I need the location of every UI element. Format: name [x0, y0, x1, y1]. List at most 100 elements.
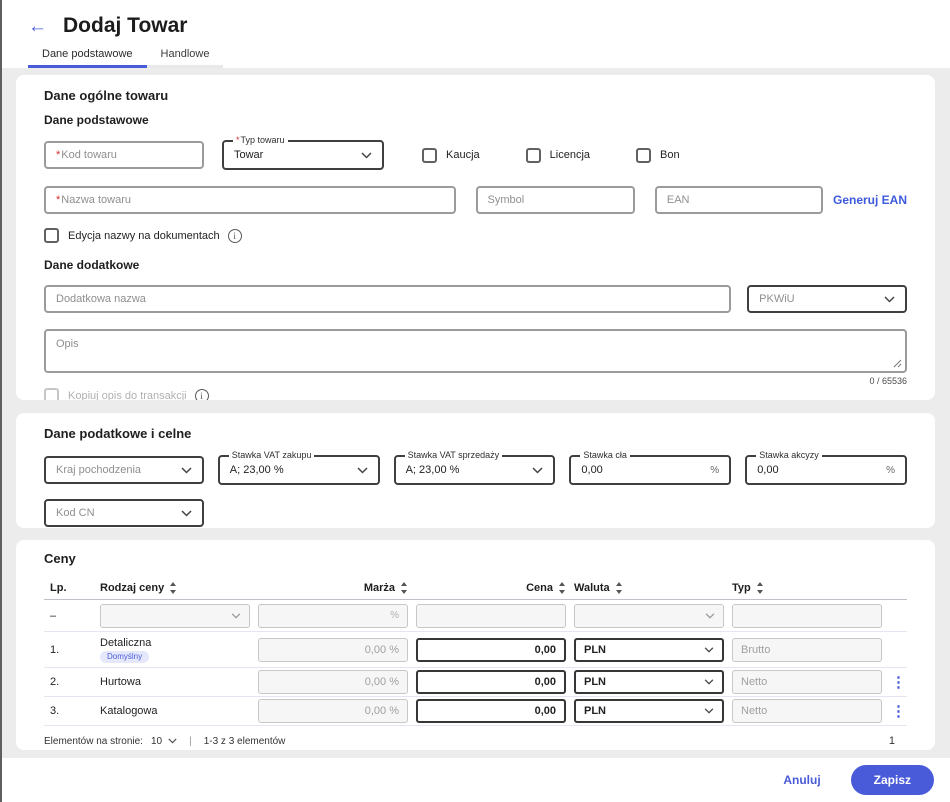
action-bar: Anuluj Zapisz: [2, 758, 950, 802]
sort-icon[interactable]: [756, 581, 764, 594]
stawka-cla-input[interactable]: Stawka cła 0,00 %: [569, 451, 732, 485]
symbol-placeholder: Symbol: [487, 194, 525, 206]
col-waluta[interactable]: Waluta: [574, 581, 724, 594]
sort-icon[interactable]: [558, 581, 566, 594]
marza-input: 0,00 %: [258, 699, 408, 723]
checkbox-box-icon[interactable]: [525, 147, 541, 163]
checkbox-bon-label: Bon: [660, 149, 680, 161]
stawka-vat-sprzedazy-value: A; 23,00 %: [405, 464, 460, 476]
price-new-row: – %: [44, 600, 907, 632]
price-row-hurtowa: 2. Hurtowa 0,00 % 0,00 PLN Netto ⋮: [44, 668, 907, 697]
prices-table-header: Lp. Rodzaj ceny Marża Cena Waluta Typ: [44, 576, 907, 600]
section-dane-ogolne: Dane ogólne towaru Dane podstawowe * Kod …: [16, 75, 935, 400]
waluta-select[interactable]: PLN: [574, 670, 724, 694]
waluta-select[interactable]: PLN: [574, 637, 724, 662]
chevron-down-icon: [181, 509, 192, 517]
ean-input[interactable]: EAN: [654, 186, 823, 214]
chevron-down-icon: [705, 612, 715, 619]
percent-suffix: %: [886, 464, 895, 476]
section-dane-podatkowe: Dane podatkowe i celne Kraj pochodzenia …: [16, 413, 935, 528]
tab-dane-podstawowe[interactable]: Dane podstawowe: [28, 45, 147, 68]
default-badge: Domyślny: [100, 650, 150, 663]
price-name: Katalogowa: [100, 705, 158, 717]
chevron-down-icon: [168, 738, 177, 744]
info-icon[interactable]: i: [227, 228, 242, 243]
marza-input: 0,00 %: [258, 637, 408, 662]
checkbox-licencja-label: Licencja: [549, 149, 590, 161]
kraj-pochodzenia-placeholder: Kraj pochodzenia: [56, 464, 142, 476]
tab-bar: Dane podstawowe Handlowe: [28, 45, 950, 68]
row-menu-icon[interactable]: ⋮: [890, 704, 907, 719]
stawka-akcyzy-input[interactable]: Stawka akcyzy 0,00 %: [745, 451, 907, 485]
checkbox-box-icon[interactable]: [636, 147, 651, 163]
cena-input[interactable]: 0,00: [416, 670, 566, 694]
table-pagination: Elementów na stronie: 10 | 1-3 z 3 eleme…: [44, 735, 907, 747]
save-button[interactable]: Zapisz: [850, 765, 934, 795]
sort-icon[interactable]: [169, 581, 177, 594]
percent-suffix: %: [390, 610, 399, 621]
checkbox-kaucja-label: Kaucja: [446, 149, 480, 161]
chevron-down-icon: [704, 679, 714, 685]
stawka-cla-label: Stawka cła: [583, 450, 627, 460]
typ-towaru-value: Towar: [234, 149, 264, 161]
page-title: Dodaj Towar: [63, 14, 188, 37]
col-marza[interactable]: Marża: [258, 581, 408, 594]
typ-towaru-select[interactable]: * Typ towaru Towar: [222, 136, 384, 170]
kod-towaru-input[interactable]: * Kod towaru: [44, 141, 204, 169]
section-ceny: Ceny Lp. Rodzaj ceny Marża Cena Waluta T…: [16, 540, 935, 750]
checkbox-kaucja[interactable]: Kaucja: [422, 147, 480, 163]
sort-icon[interactable]: [400, 581, 408, 594]
row-menu-icon[interactable]: ⋮: [890, 675, 907, 690]
col-cena[interactable]: Cena: [416, 581, 566, 594]
cancel-button[interactable]: Anuluj: [783, 773, 820, 787]
stawka-vat-sprzedazy-select[interactable]: Stawka VAT sprzedaży A; 23,00 %: [393, 451, 556, 485]
checkbox-edycja-label: Edycja nazwy na dokumentach: [68, 229, 220, 242]
col-rodzaj-ceny[interactable]: Rodzaj ceny: [100, 581, 250, 594]
col-typ[interactable]: Typ: [732, 581, 882, 594]
stawka-akcyzy-value: 0,00: [757, 464, 779, 476]
symbol-input[interactable]: Symbol: [475, 186, 635, 214]
marza-input: 0,00 %: [258, 670, 408, 694]
opis-textarea[interactable]: Opis: [44, 329, 907, 373]
pkwiu-select[interactable]: PKWiU: [747, 285, 907, 313]
cena-input[interactable]: 0,00: [416, 699, 566, 723]
chevron-down-icon: [704, 708, 714, 714]
checkbox-box-icon: [44, 388, 59, 400]
dodatkowa-nazwa-input[interactable]: Dodatkowa nazwa: [44, 285, 732, 313]
stawka-vat-zakupu-label: Stawka VAT zakupu: [231, 450, 312, 460]
new-waluta-select: [574, 603, 724, 628]
waluta-select[interactable]: PLN: [574, 699, 724, 723]
pagination-divider: |: [189, 735, 192, 747]
chevron-down-icon: [361, 151, 372, 159]
nazwa-towaru-placeholder: Nazwa towaru: [61, 194, 131, 206]
ean-placeholder: EAN: [666, 194, 690, 206]
pkwiu-placeholder: PKWiU: [759, 293, 795, 305]
opis-char-counter: 0 / 65536: [869, 376, 907, 386]
current-page-number[interactable]: 1: [889, 735, 907, 747]
nazwa-towaru-input[interactable]: * Nazwa towaru: [44, 186, 456, 214]
checkbox-box-icon[interactable]: [422, 147, 437, 163]
tab-handlowe[interactable]: Handlowe: [146, 45, 224, 68]
typ-input: Netto: [732, 670, 882, 694]
new-typ-input: [732, 603, 882, 628]
items-per-page-select[interactable]: 10: [151, 736, 177, 747]
generuj-ean-link[interactable]: Generuj EAN: [833, 193, 907, 207]
resize-handle-icon[interactable]: [893, 359, 902, 368]
sort-icon[interactable]: [615, 581, 623, 594]
checkbox-edycja-nazwy[interactable]: Edycja nazwy na dokumentach: [44, 228, 220, 243]
chevron-down-icon: [704, 646, 714, 653]
checkbox-bon[interactable]: Bon: [636, 147, 680, 163]
back-arrow-icon[interactable]: ←: [28, 17, 47, 36]
stawka-vat-zakupu-select[interactable]: Stawka VAT zakupu A; 23,00 %: [217, 451, 380, 485]
kod-cn-select[interactable]: Kod CN: [44, 499, 204, 527]
checkbox-box-icon[interactable]: [44, 228, 59, 243]
price-name: Hurtowa: [100, 676, 141, 688]
stawka-cla-value: 0,00: [581, 464, 603, 476]
kraj-pochodzenia-select[interactable]: Kraj pochodzenia: [44, 456, 204, 484]
checkbox-kopiuj-opis: Kopiuj opis do transakcji: [44, 388, 187, 400]
row-index: –: [50, 609, 57, 622]
opis-placeholder: Opis: [56, 338, 79, 350]
info-icon[interactable]: i: [194, 388, 209, 400]
checkbox-licencja[interactable]: Licencja: [525, 147, 590, 163]
cena-input[interactable]: 0,00: [416, 637, 566, 662]
